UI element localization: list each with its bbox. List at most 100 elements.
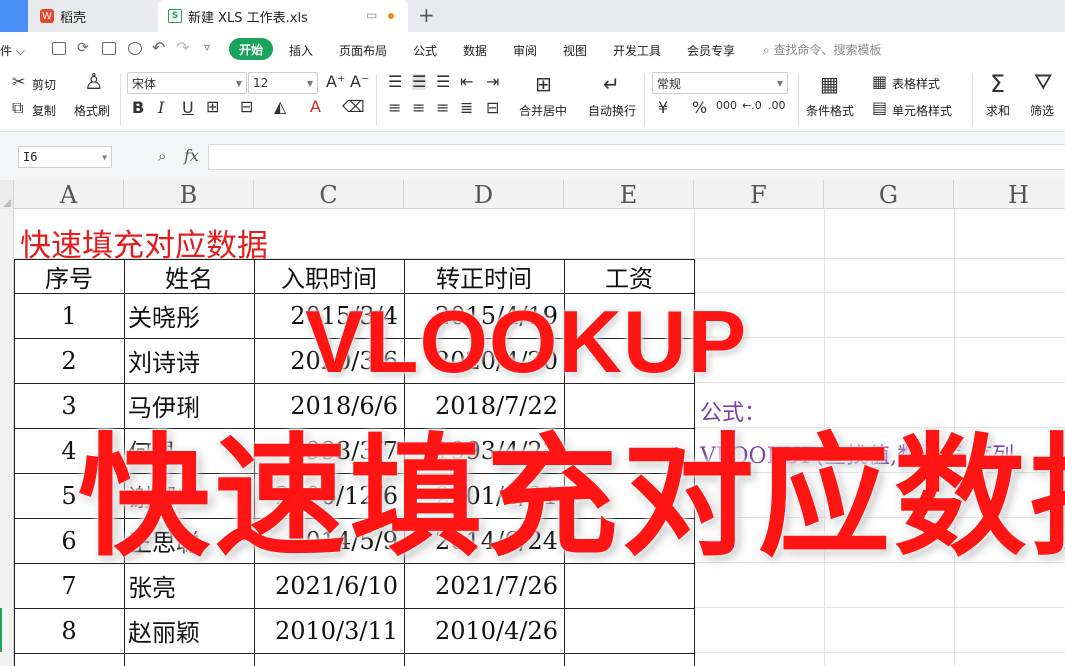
print-icon[interactable] <box>102 42 116 55</box>
menu-data[interactable]: 数据 <box>463 42 487 59</box>
header-hire-date[interactable]: 入职时间 <box>254 259 404 293</box>
header-no[interactable]: 序号 <box>14 259 124 293</box>
cut-button[interactable]: 剪切 <box>32 76 56 93</box>
merge-center-button[interactable]: 合并居中 <box>519 102 567 119</box>
wrap-text-button[interactable]: 自动换行 <box>588 102 636 119</box>
cell-name[interactable]: 赵丽颖 <box>124 608 254 653</box>
column-header-f[interactable]: F <box>694 180 824 209</box>
select-all-corner[interactable] <box>0 180 14 209</box>
align-top-icon[interactable]: ☰ <box>388 74 402 90</box>
conditional-format-button[interactable]: 条件格式 <box>806 102 854 119</box>
filter-button[interactable]: 筛选 <box>1030 102 1054 119</box>
column-header-d[interactable]: D <box>404 180 564 209</box>
number-format-select[interactable]: 常规 ▼ <box>652 72 788 94</box>
menu-start[interactable]: 开始 <box>229 38 273 60</box>
customize-chevron-icon[interactable]: ▿ <box>204 40 210 54</box>
cell-regular-date[interactable]: 2010/4/26 <box>404 608 564 653</box>
column-header-e[interactable]: E <box>564 180 694 209</box>
bold-icon[interactable]: B <box>132 100 144 116</box>
merge-center-icon[interactable]: ⊞ <box>535 74 552 94</box>
cell-style-button[interactable]: 单元格样式 <box>892 102 952 119</box>
wrap-text-icon[interactable]: ↵ <box>603 74 620 94</box>
header-name[interactable]: 姓名 <box>124 259 254 293</box>
cell-no[interactable]: 2 <box>14 338 124 383</box>
fill-color-icon[interactable]: ◭ <box>274 99 286 115</box>
borders-icon[interactable]: ⊞ <box>206 99 219 115</box>
formula-input[interactable] <box>208 144 1065 170</box>
currency-icon[interactable]: ¥ <box>658 100 668 116</box>
underline-icon[interactable]: U <box>182 100 194 116</box>
increase-decimal-icon[interactable]: ←.0 <box>742 100 762 111</box>
merge-border-icon[interactable]: ⊟ <box>240 99 253 115</box>
align-right-icon[interactable]: ≡ <box>436 100 449 116</box>
menu-file[interactable]: 件 ⌵ <box>0 42 25 59</box>
column-header-a[interactable]: A <box>14 180 124 209</box>
zoom-search-icon[interactable]: ⌕ <box>158 147 166 165</box>
table-style-icon[interactable]: ▦ <box>872 74 887 90</box>
font-name-select[interactable]: 宋体 ▼ <box>127 72 247 94</box>
conditional-format-icon[interactable]: ▦ <box>820 74 839 94</box>
cell-name[interactable]: 刘诗诗 <box>124 338 254 383</box>
align-left-icon[interactable]: ≡ <box>388 100 401 116</box>
cell-no[interactable]: 8 <box>14 608 124 653</box>
column-header-g[interactable]: G <box>824 180 954 209</box>
align-middle-icon[interactable]: ☰ <box>412 74 427 90</box>
align-center-icon[interactable]: ≡ <box>412 100 425 116</box>
indent-increase-icon[interactable]: ⇥ <box>486 74 499 90</box>
screen-icon[interactable]: ▭ <box>366 8 377 22</box>
home-tab[interactable] <box>0 0 28 32</box>
thousands-icon[interactable]: 000 <box>716 100 737 111</box>
font-size-select[interactable]: 12 ▼ <box>248 72 318 94</box>
header-regular-date[interactable]: 转正时间 <box>404 259 564 293</box>
align-bottom-icon[interactable]: ☰ <box>436 74 450 90</box>
column-header-c[interactable]: C <box>254 180 404 209</box>
menu-member[interactable]: 会员专享 <box>687 42 735 59</box>
sum-button[interactable]: 求和 <box>986 102 1010 119</box>
new-tab-plus-icon[interactable]: + <box>418 3 435 27</box>
table-style-button[interactable]: 表格样式 <box>892 75 940 92</box>
formula-bar: I6 ▼ ⌕ fx <box>0 132 1065 180</box>
preview-icon[interactable] <box>128 42 142 55</box>
copy-icon[interactable]: ⧉ <box>12 100 23 116</box>
save-icon[interactable] <box>52 42 66 55</box>
font-color-icon[interactable]: A <box>310 99 321 115</box>
menu-formula[interactable]: 公式 <box>413 42 437 59</box>
cell-no[interactable]: 1 <box>14 293 124 338</box>
filter-icon[interactable]: ⛛ <box>1034 72 1052 94</box>
italic-icon[interactable]: I <box>158 100 164 116</box>
decrease-font-icon[interactable]: A⁻ <box>350 74 369 90</box>
cell-name[interactable]: 关晓彤 <box>124 293 254 338</box>
justify-icon[interactable]: ≣ <box>460 100 473 116</box>
decrease-decimal-icon[interactable]: .00 <box>768 100 786 111</box>
format-painter-icon[interactable]: ♙ <box>84 72 104 94</box>
command-search[interactable]: ⌕ 查找命令、搜索模板 <box>763 41 882 58</box>
menu-row: 件 ⌵ ⟳ ↶ ↷ ▿ 开始 插入 页面布局 公式 数据 审阅 视图 开发工具 … <box>0 32 1065 66</box>
sum-icon[interactable]: Σ <box>990 72 1005 96</box>
cell-hire-date[interactable]: 2010/3/11 <box>254 608 404 653</box>
indent-decrease-icon[interactable]: ⇤ <box>460 74 473 90</box>
copy-button[interactable]: 复制 <box>32 102 56 119</box>
column-header-h[interactable]: H <box>954 180 1065 209</box>
percent-icon[interactable]: % <box>692 100 707 116</box>
menu-developer[interactable]: 开发工具 <box>613 42 661 59</box>
menu-review[interactable]: 审阅 <box>513 42 537 59</box>
header-salary[interactable]: 工资 <box>564 259 694 293</box>
column-header-b[interactable]: B <box>124 180 254 209</box>
redo-icon[interactable]: ↷ <box>176 38 189 57</box>
export-icon[interactable]: ⟳ <box>77 40 89 56</box>
cell-style-icon[interactable]: ▤ <box>872 100 887 116</box>
menu-view[interactable]: 视图 <box>563 42 587 59</box>
clear-format-icon[interactable]: ⌫ <box>342 99 365 115</box>
tab-daoke[interactable]: W 稻壳 <box>32 0 156 32</box>
menu-page-layout[interactable]: 页面布局 <box>339 42 387 59</box>
ribbon-separator <box>376 74 377 126</box>
row-header-column[interactable] <box>0 209 14 666</box>
format-painter-button[interactable]: 格式刷 <box>74 102 110 119</box>
scissors-icon[interactable]: ✂ <box>12 74 25 90</box>
menu-insert[interactable]: 插入 <box>289 42 313 59</box>
name-box[interactable]: I6 ▼ <box>18 146 112 168</box>
fx-icon[interactable]: fx <box>184 146 199 165</box>
undo-icon[interactable]: ↶ <box>152 38 165 57</box>
increase-font-icon[interactable]: A⁺ <box>326 74 345 90</box>
distribute-icon[interactable]: ⊟ <box>486 100 499 116</box>
